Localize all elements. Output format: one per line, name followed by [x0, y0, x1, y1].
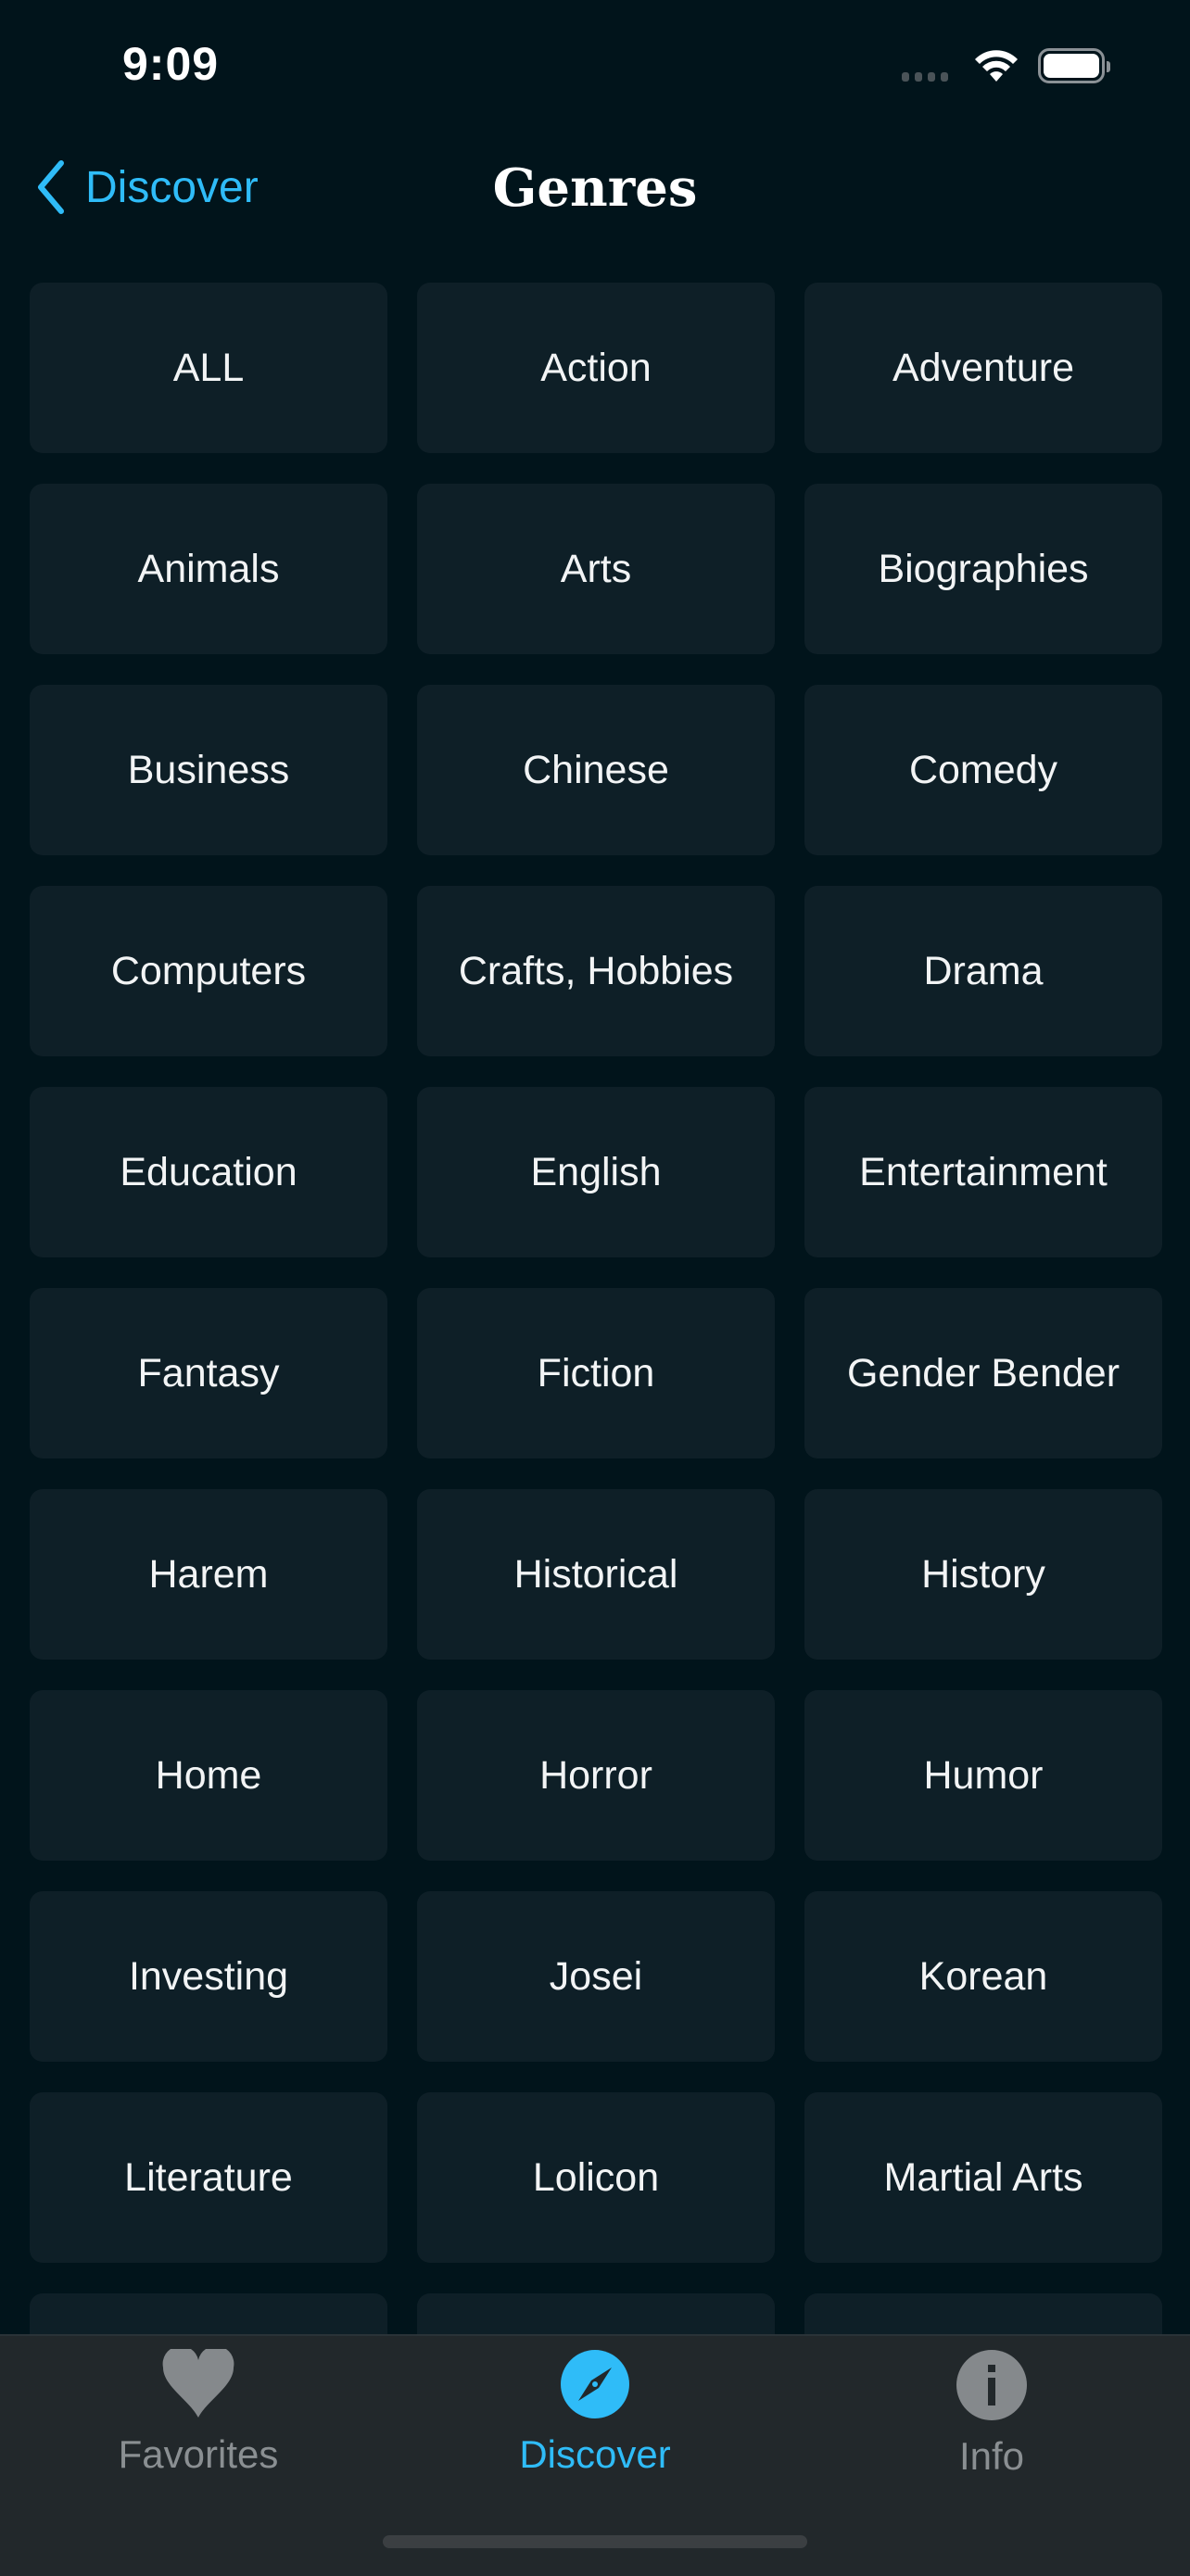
genre-tile[interactable]: Lolicon: [417, 2092, 775, 2263]
genre-label: Humor: [923, 1752, 1044, 1798]
genre-label: Martial Arts: [883, 2154, 1083, 2200]
wifi-icon: [975, 50, 1018, 82]
genre-tile[interactable]: Fiction: [417, 1288, 775, 1458]
genre-tile[interactable]: Investing: [30, 1891, 387, 2062]
genre-tile[interactable]: Education: [30, 1087, 387, 1257]
genre-tile[interactable]: Harem: [30, 1489, 387, 1660]
genre-tile[interactable]: Martial Arts: [804, 2092, 1162, 2263]
tab-label: Discover: [519, 2432, 671, 2476]
status-time: 9:09: [122, 38, 220, 90]
genre-label: Korean: [918, 1953, 1048, 1999]
genre-label: Josei: [549, 1953, 643, 1999]
genre-label: Arts: [560, 546, 632, 591]
genre-label: Adventure: [892, 345, 1075, 390]
tab-info[interactable]: Info: [793, 2336, 1190, 2521]
genre-grid: ALL Action Adventure Animals Arts Biographies…: [30, 283, 1162, 2464]
genre-tile[interactable]: Entertainment: [804, 1087, 1162, 1257]
tab-label: Favorites: [118, 2432, 279, 2476]
genre-tile[interactable]: Fantasy: [30, 1288, 387, 1458]
genre-label: English: [530, 1149, 662, 1194]
genre-tile[interactable]: Josei: [417, 1891, 775, 2062]
genre-tile[interactable]: Historical: [417, 1489, 775, 1660]
battery-icon: [1038, 48, 1110, 83]
genre-tile[interactable]: Computers: [30, 886, 387, 1056]
genre-tile[interactable]: Comedy: [804, 685, 1162, 855]
genre-tile[interactable]: Adventure: [804, 283, 1162, 453]
genre-label: Fiction: [537, 1350, 655, 1395]
genre-tile[interactable]: Korean: [804, 1891, 1162, 2062]
genre-label: Business: [127, 747, 290, 792]
genre-tile[interactable]: Animals: [30, 484, 387, 654]
tab-discover[interactable]: Discover: [397, 2336, 793, 2521]
genre-label: Gender Bender: [846, 1350, 1120, 1395]
genre-label: Historical: [513, 1551, 678, 1597]
info-icon: [956, 2350, 1027, 2420]
genre-label: Horror: [539, 1752, 652, 1798]
genre-label: Crafts, Hobbies: [458, 948, 734, 993]
genre-tile[interactable]: Arts: [417, 484, 775, 654]
genre-label: Fantasy: [137, 1350, 280, 1395]
genre-label: History: [921, 1551, 1045, 1597]
navigation-bar: Discover Genres: [0, 148, 1190, 232]
genre-label: Entertainment: [859, 1149, 1108, 1194]
genre-label: Education: [120, 1149, 298, 1194]
genre-tile[interactable]: History: [804, 1489, 1162, 1660]
genre-label: Literature: [124, 2154, 293, 2200]
genre-label: Harem: [148, 1551, 269, 1597]
genre-label: Biographies: [878, 546, 1089, 591]
genre-tile[interactable]: Home: [30, 1690, 387, 1861]
genre-tile[interactable]: Literature: [30, 2092, 387, 2263]
page-title: Genres: [492, 158, 698, 219]
genre-tile[interactable]: Business: [30, 685, 387, 855]
genre-tile[interactable]: Biographies: [804, 484, 1162, 654]
genre-tile[interactable]: ALL: [30, 283, 387, 453]
genre-tile[interactable]: Humor: [804, 1690, 1162, 1861]
genre-label: Chinese: [523, 747, 669, 792]
genre-label: Action: [540, 345, 652, 390]
genre-label: Lolicon: [532, 2154, 660, 2200]
genre-tile[interactable]: Gender Bender: [804, 1288, 1162, 1458]
compass-icon: [561, 2350, 629, 2418]
genre-tile[interactable]: Action: [417, 283, 775, 453]
genre-tile[interactable]: Horror: [417, 1690, 775, 1861]
genre-label: Home: [155, 1752, 262, 1798]
genre-label: Drama: [923, 948, 1044, 993]
genre-tile[interactable]: Drama: [804, 886, 1162, 1056]
genre-tile[interactable]: English: [417, 1087, 775, 1257]
genre-tile[interactable]: Chinese: [417, 685, 775, 855]
tab-favorites[interactable]: Favorites: [0, 2336, 397, 2521]
genre-tile[interactable]: Crafts, Hobbies: [417, 886, 775, 1056]
genre-label: Computers: [110, 948, 307, 993]
status-bar: 9:09: [0, 0, 1190, 130]
cellular-signal-icon: [902, 72, 948, 82]
home-indicator: [383, 2535, 807, 2548]
genre-label: Investing: [128, 1953, 289, 1999]
genre-label: ALL: [172, 345, 245, 390]
genre-label: Comedy: [908, 747, 1058, 792]
genre-label: Animals: [137, 546, 280, 591]
heart-icon: [162, 2349, 234, 2418]
tab-label: Info: [958, 2434, 1025, 2478]
